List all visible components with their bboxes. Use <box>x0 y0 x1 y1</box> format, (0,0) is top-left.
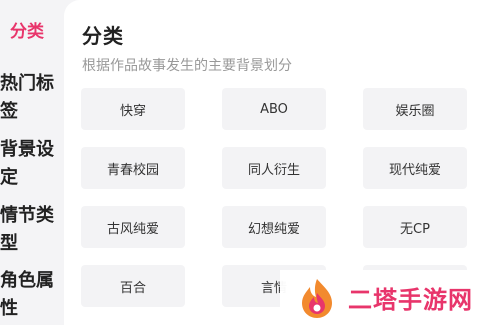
sidebar-item-category[interactable]: 分类 <box>10 18 70 46</box>
sidebar-item-plot-type[interactable]: 情节类型 <box>0 202 60 258</box>
site-watermark: 二塔手游网 <box>280 270 479 325</box>
tag-button[interactable]: ABO <box>222 88 326 130</box>
flame-logo-icon <box>302 278 332 318</box>
category-sidebar: 分类 热门标签 背景设定 情节类型 角色属性 <box>0 0 64 325</box>
watermark-text: 二塔手游网 <box>348 286 473 314</box>
sidebar-item-character-attributes[interactable]: 角色属性 <box>0 267 60 323</box>
tag-button[interactable]: 现代纯爱 <box>363 147 467 189</box>
tag-button[interactable]: 无CP <box>363 206 467 248</box>
tag-button[interactable]: 娱乐圈 <box>363 88 467 130</box>
sidebar-item-hot-tags[interactable]: 热门标签 <box>0 70 60 126</box>
tag-button[interactable]: 幻想纯爱 <box>222 206 326 248</box>
section-title: 分类 <box>82 24 124 48</box>
sidebar-item-background-setting[interactable]: 背景设定 <box>0 136 60 192</box>
section-subtitle: 根据作品故事发生的主要背景划分 <box>82 58 292 74</box>
tag-button[interactable]: 快穿 <box>81 88 185 130</box>
tag-button[interactable]: 百合 <box>81 265 185 307</box>
tag-button[interactable]: 同人衍生 <box>222 147 326 189</box>
tag-button[interactable]: 古风纯爱 <box>81 206 185 248</box>
tag-button[interactable]: 青春校园 <box>81 147 185 189</box>
